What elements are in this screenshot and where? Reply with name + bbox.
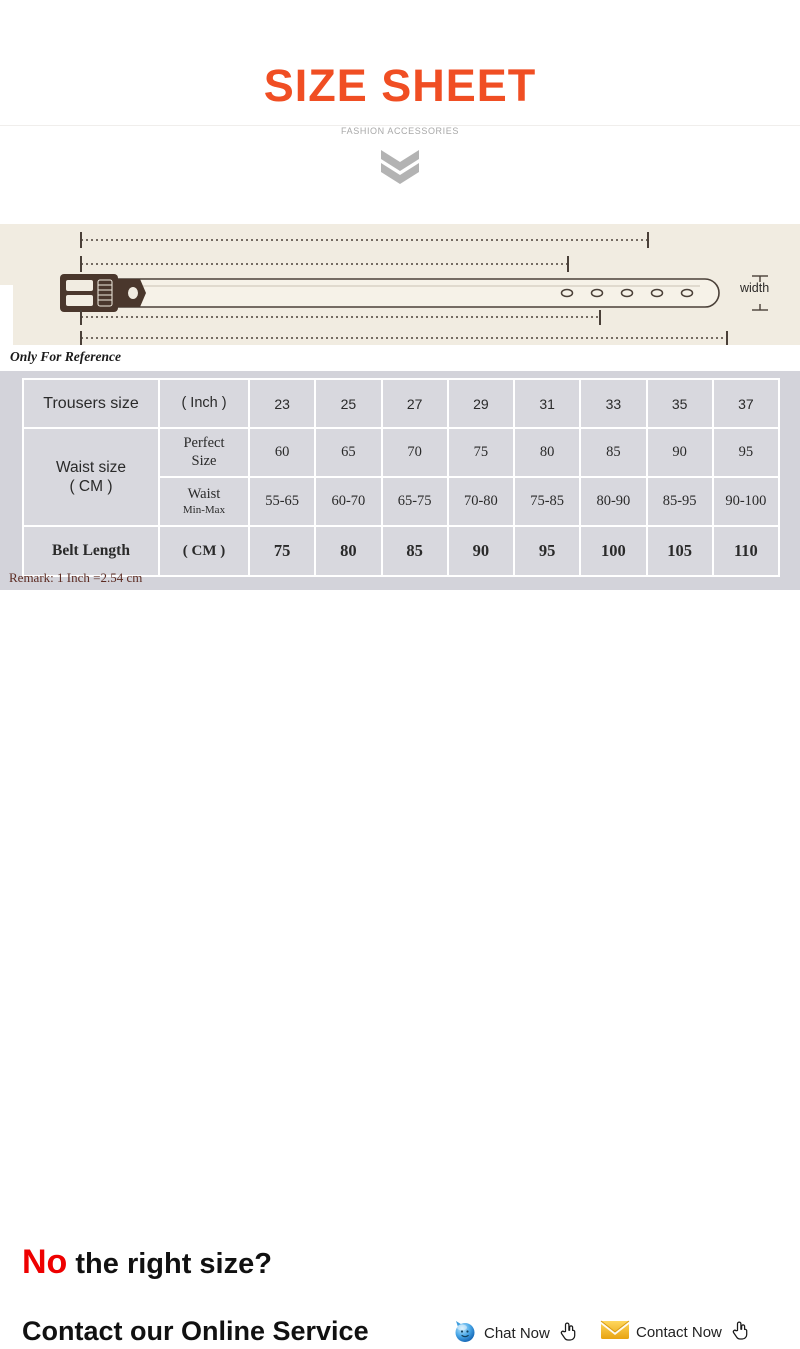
row-label-waist-size: Waist size ( CM ) (22, 427, 160, 527)
remark-text: Remark: 1 Inch =2.54 cm (9, 570, 143, 585)
chat-bubble-icon (452, 1318, 478, 1349)
cell-trousers-2: 27 (380, 378, 449, 429)
row-label-trousers-size: Trousers size (22, 378, 160, 429)
row-unit-perfect-size: Perfect Size (158, 427, 250, 478)
cta-subheadline: Contact our Online Service (22, 1316, 369, 1346)
cell-belt-6: 105 (645, 525, 714, 577)
cell-trousers-6: 35 (645, 378, 714, 429)
cell-belt-0: 75 (247, 525, 317, 577)
perfect-size-line1: Perfect (183, 435, 225, 452)
table-row-perfect-size: Waist size ( CM ) Perfect Size 60 65 70 … (22, 427, 781, 527)
cell-waist-5: 80-90 (579, 476, 648, 527)
row-label-belt-length: Belt Length (22, 525, 160, 577)
table-row-belt-length: Belt Length ( CM ) 75 80 85 90 95 100 10… (22, 525, 781, 577)
perfect-size-line2: Size (191, 452, 217, 469)
page-title: SIZE SHEET (263, 60, 537, 111)
cta-headline: No the right size? (22, 1245, 272, 1279)
cell-belt-2: 85 (380, 525, 449, 577)
cell-perfect-2: 70 (380, 427, 449, 478)
chat-now-label: Chat Now (484, 1325, 550, 1342)
cell-trousers-1: 25 (314, 378, 383, 429)
table-row-trousers-size: Trousers size ( Inch ) 23 25 27 29 31 33… (22, 378, 781, 429)
cell-perfect-6: 90 (645, 427, 714, 478)
cell-belt-4: 95 (512, 525, 582, 577)
cell-perfect-4: 80 (512, 427, 582, 478)
cell-waist-3: 70-80 (446, 476, 516, 527)
row-unit-trousers-size: ( Inch ) (158, 378, 250, 429)
cell-perfect-5: 85 (579, 427, 648, 478)
waist-minmax-line2: Min-Max (182, 503, 226, 516)
cell-waist-7: 90-100 (711, 476, 781, 527)
page-subtitle: FASHION ACCESSORIES (341, 126, 459, 136)
cell-trousers-7: 37 (711, 378, 781, 429)
cta-section: No the right size? Contact our Online Se… (0, 600, 800, 1345)
cta-headline-highlight: No (22, 1243, 68, 1281)
cell-belt-7: 110 (711, 525, 781, 577)
cell-perfect-0: 60 (247, 427, 317, 478)
chevron-double-down-icon (0, 148, 800, 184)
cell-trousers-5: 33 (579, 378, 648, 429)
size-table: Trousers size ( Inch ) 23 25 27 29 31 33… (22, 378, 781, 577)
cell-waist-6: 85-95 (645, 476, 714, 527)
row-unit-belt-length: ( CM ) (158, 525, 250, 577)
cell-perfect-1: 65 (314, 427, 383, 478)
cell-trousers-0: 23 (247, 378, 317, 429)
cell-waist-0: 55-65 (247, 476, 317, 527)
belt-diagram: waist(max) waist(min) perfect size belts… (0, 224, 800, 574)
pointing-hand-icon (556, 1319, 580, 1348)
cell-waist-1: 60-70 (314, 476, 383, 527)
waist-minmax-line1: Waist (187, 486, 221, 503)
cell-belt-5: 100 (579, 525, 648, 577)
cell-perfect-7: 95 (711, 427, 781, 478)
chat-now-button[interactable]: Chat Now (452, 1318, 580, 1349)
cell-perfect-3: 75 (446, 427, 516, 478)
cell-waist-4: 75-85 (512, 476, 582, 527)
cell-belt-3: 90 (446, 525, 516, 577)
contact-now-button[interactable]: Contact Now (600, 1318, 752, 1347)
contact-now-label: Contact Now (636, 1324, 722, 1341)
header-section: SIZE SHEET FASHION ACCESSORIES (0, 0, 800, 215)
pointing-hand-icon (728, 1318, 752, 1347)
cell-trousers-4: 31 (512, 378, 582, 429)
envelope-icon (600, 1318, 630, 1347)
cell-trousers-3: 29 (446, 378, 516, 429)
waist-size-line2: ( CM ) (69, 478, 113, 495)
cell-belt-1: 80 (314, 525, 383, 577)
row-unit-waist-min-max: Waist Min-Max (158, 476, 250, 527)
reference-note: Only For Reference (10, 349, 121, 364)
cta-headline-rest: the right size? (67, 1248, 272, 1280)
waist-size-line1: Waist size (55, 458, 127, 476)
cell-waist-2: 65-75 (380, 476, 449, 527)
dim-label-width: width (740, 281, 770, 295)
